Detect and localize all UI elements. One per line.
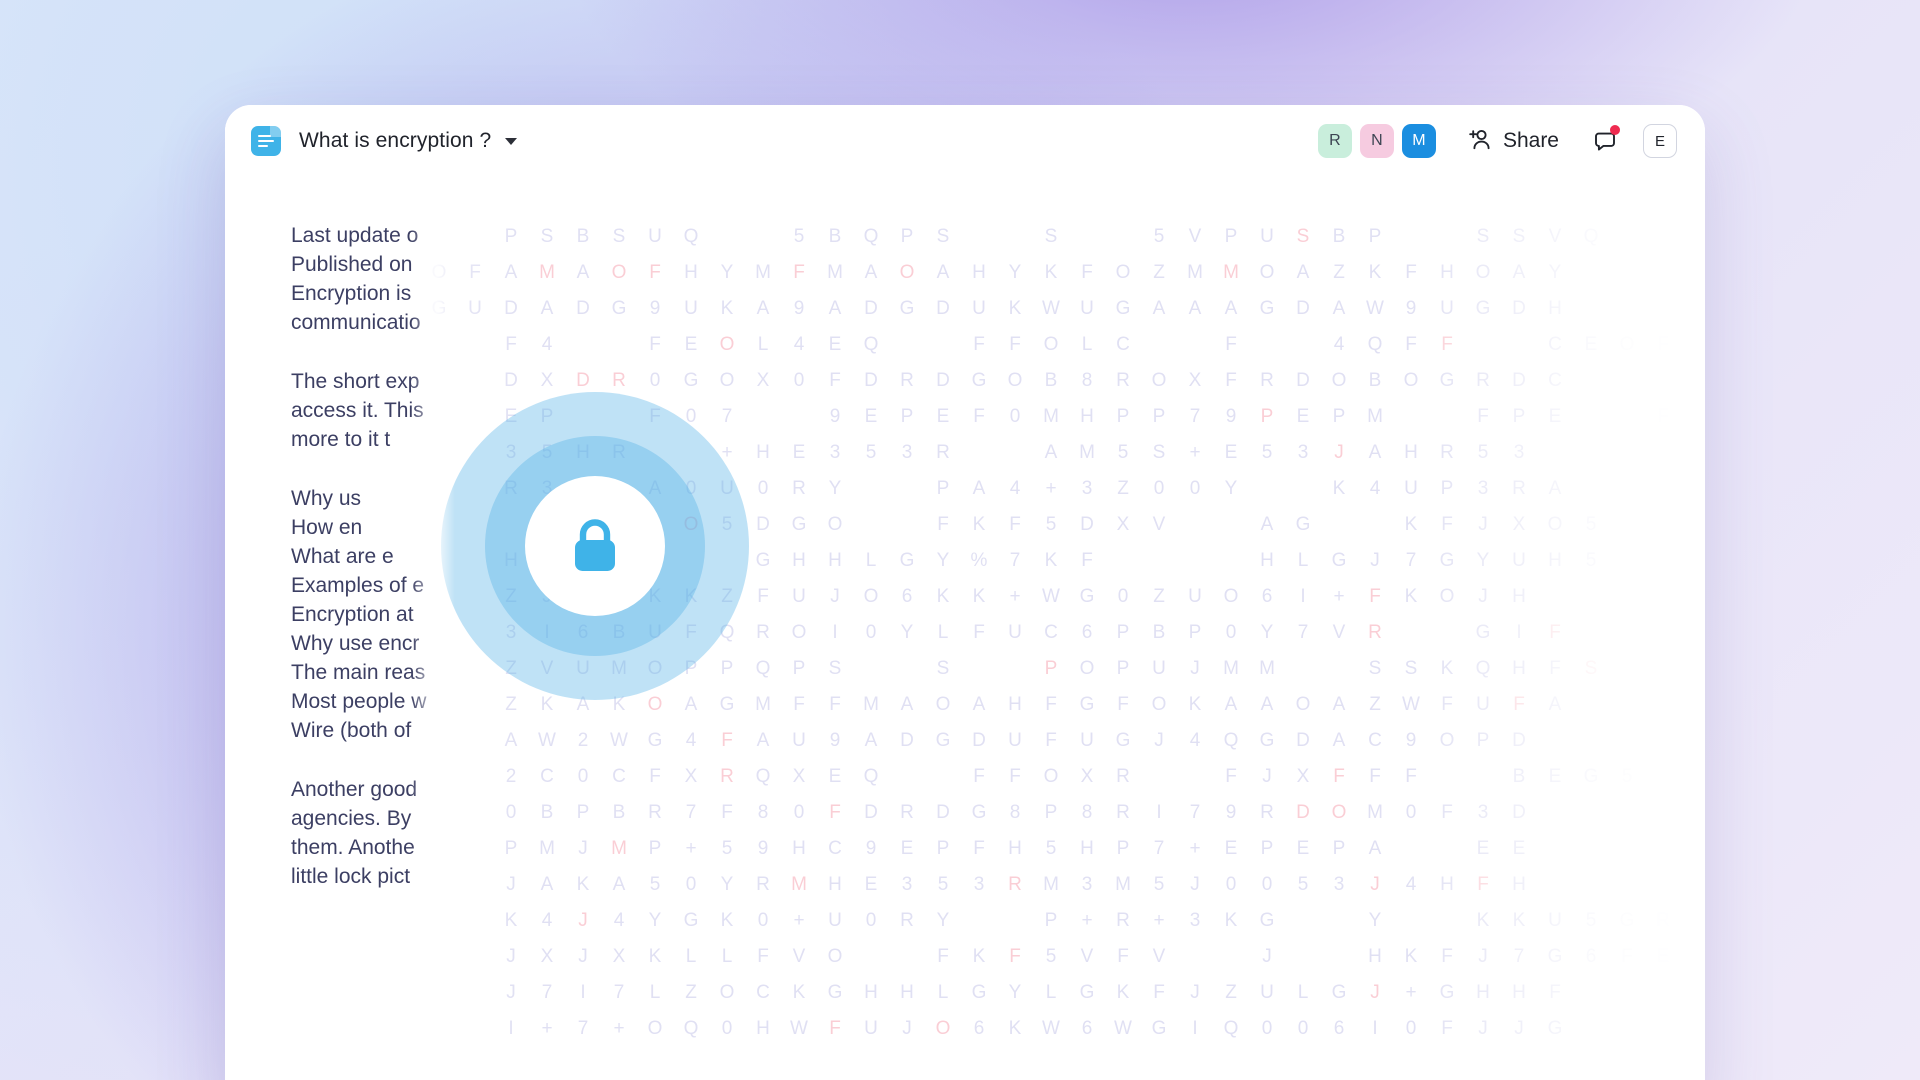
article-line: The main reas <box>291 661 426 684</box>
share-label: Share <box>1502 129 1559 152</box>
article-paragraph-gap <box>291 337 451 367</box>
avatar[interactable]: M <box>1401 124 1436 158</box>
cipher-row: JXJXKLLFVO FKF5VFV J HKFJ7G6FE <box>506 946 1670 967</box>
cipher-row: R3UPA0U0RY P A 4 +3 Z 0 0 Y K4UP3RA <box>504 478 1562 499</box>
cipher-row: ZVUMOPPQPS S POPUJMM SSKQHFS <box>505 658 1598 679</box>
article-line: Published on <box>291 253 413 276</box>
cipher-row: JAKA50YRMHE353RM3M5J0053J4HFH <box>506 874 1526 895</box>
article-line: communicatio <box>291 311 421 334</box>
article-paragraph-gap <box>291 745 451 775</box>
article-line: agencies. By <box>291 807 412 830</box>
article-line: more to it t <box>291 428 391 451</box>
article-line: Encryption is <box>291 282 412 305</box>
share-button[interactable]: Share <box>1460 123 1565 160</box>
document-icon <box>251 126 281 156</box>
article-text: Last update o Published on Encryption is co… <box>291 221 451 891</box>
cipher-row: Z J G F K K Z F U J O 6 K K + W G 0 Z U O 6 I + F K O J H <box>505 586 1526 607</box>
cipher-row: OFAMAOFHYMFMAOAHYKFOZMMOAZKFHOAY <box>431 262 1562 283</box>
title-bar: What is encryption ? R N M Share E <box>225 105 1705 177</box>
article-line: Encryption at <box>291 603 414 626</box>
cipher-row: I +7 + O Q 0 H W F U J O 6 K W 6 W G I Q 0 0 6 I 0 F J J G <box>508 1018 1563 1039</box>
article-line: access it. This <box>291 399 424 422</box>
avatar[interactable]: R <box>1317 124 1352 158</box>
avatar[interactable]: N <box>1359 124 1394 158</box>
article-line: Examples of e <box>291 574 425 597</box>
cipher-row: H F G Y% G H H L G Y% 7 K F HLGJ7GYUH5 <box>504 550 1597 571</box>
article-line: Wire (both of <box>291 719 412 742</box>
app-window: What is encryption ? R N M Share E P S B… <box>225 105 1705 1080</box>
cipher-row: J 7 I 7 L Z O C K G H H L G Y L G K F J Z U L G J + G H H F <box>506 982 1561 1003</box>
article-line: them. Anothe <box>291 836 415 859</box>
cipher-row: EP F07 9EPEF0MHPP79PEPM FPE F <box>504 406 1669 427</box>
comment-button[interactable] <box>1591 125 1620 155</box>
article-paragraph-gap <box>291 454 451 484</box>
article-line: Why us <box>291 487 362 510</box>
cipher-row: P M J M P +5 9 H C 9 E P F H 5 H P 7 + E P E P A EE <box>504 838 1526 859</box>
cipher-row: 0BPBR7F80FDRDG8P8RI79RDOM0F3D <box>505 802 1526 823</box>
cipher-row: 3I6BUFQROI0YLFUC6PBP0Y7VR GIF <box>505 622 1561 643</box>
article-line: The short exp <box>291 370 420 393</box>
toolbar-right: R N M Share E <box>1317 123 1677 160</box>
cipher-row: PSBSUQ 5BQPS S 5VPUSBP SSVQ USS <box>504 226 1705 247</box>
cipher-row: F4 FEOL4EQ FFOLC F 4QFF CEOF L <box>505 334 1669 355</box>
add-person-icon <box>1466 127 1492 156</box>
article-line: Another good <box>291 778 418 801</box>
cipher-row: 2C0CFXRQXEQ FFOXR FJXFFF BEG5 <box>505 766 1633 787</box>
notification-badge <box>1610 125 1620 135</box>
document-canvas: PSBSUQ 5BQPS S 5VPUSBP SSVQ USS OFAMAOFHY… <box>225 177 1705 1080</box>
cipher-row: K 4 J 4 Y G K 0 + U 0 R Y P + R +3 K G Y KKU5GR <box>504 910 1670 931</box>
cipher-row: ZKAKOAGMFFMAOAHFGFOKAAOAZWFUFA <box>505 694 1562 715</box>
cipher-row: F O5DGO FKF5DXV AG KFJXO5 FL <box>577 514 1705 535</box>
cipher-row: AW2WG4FAU9ADGDUFUGJ4QGDAC9OPD <box>504 730 1526 751</box>
article-line: Most people w <box>291 690 427 713</box>
article-line: Last update o <box>291 224 419 247</box>
page-title: What is encryption ? <box>299 129 492 152</box>
cipher-row: DXDR0GOX0FDRDGOB8ROXFRDOBOGRDC <box>504 370 1562 391</box>
article-line: How en <box>291 516 363 539</box>
chevron-down-icon[interactable] <box>505 137 518 145</box>
article-line: What are e <box>291 545 394 568</box>
account-button[interactable]: E <box>1643 124 1677 158</box>
cipher-grid: PSBSUQ 5BQPS S 5VPUSBP SSVQ USS OFAMAOFHY… <box>421 219 1705 1047</box>
cipher-row: 35HR + H E 3 5 3 R A M 5 S + E 5 3 J A H R 5 3 <box>505 442 1525 463</box>
cipher-row: GUDADG9UKA9ADGDUKWUGAAAGDAW9UGDH <box>431 298 1562 319</box>
article-line: Why use encr <box>291 632 420 655</box>
article-line: little lock pict <box>291 865 411 888</box>
